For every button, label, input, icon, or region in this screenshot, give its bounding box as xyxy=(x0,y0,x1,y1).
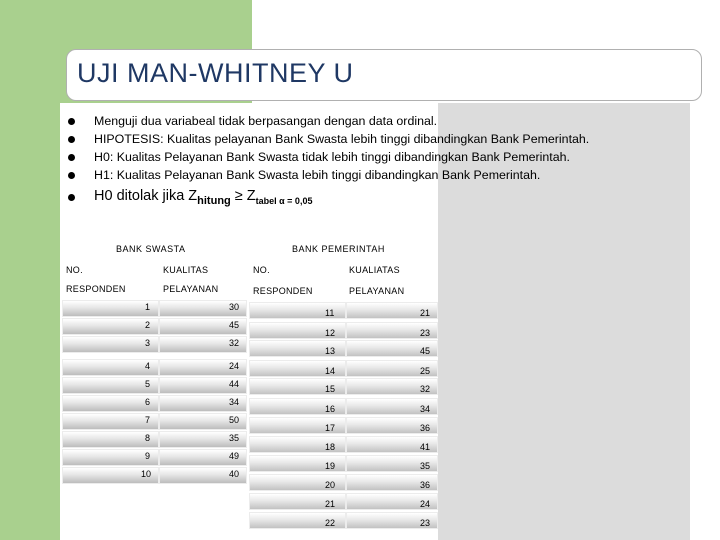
rule-operator: ≥ Z xyxy=(230,188,256,204)
caption-bank-pemerintah: BANK PEMERINTAH xyxy=(292,244,385,254)
swasta-no-cell: 5 xyxy=(62,377,159,394)
rule-prefix: H0 ditolak jika Z xyxy=(94,188,198,204)
pemerintah-no-cell: 13 xyxy=(249,340,346,357)
header-pelayanan-pemerintah: PELAYANAN xyxy=(349,286,405,296)
bullet-item: HIPOTESIS: Kualitas pelayanan Bank Swast… xyxy=(68,130,688,148)
swasta-value-cell: 24 xyxy=(159,359,247,376)
bullet-dot-icon xyxy=(68,136,75,143)
swasta-no-cell: 9 xyxy=(62,449,159,466)
header-responden-swasta: RESPONDEN xyxy=(66,284,126,294)
swasta-value-cell: 50 xyxy=(159,413,247,430)
header-kualiatas: KUALIATAS xyxy=(349,265,400,275)
swasta-no-cell: 10 xyxy=(62,467,159,484)
pemerintah-value-cell: 21 xyxy=(346,302,438,319)
swasta-value-cell: 35 xyxy=(159,431,247,448)
swasta-no-cell: 1 xyxy=(62,300,159,317)
decorative-green-strip xyxy=(0,0,60,540)
rule-subscript-tabel: tabel α = 0,05 xyxy=(255,195,313,206)
pemerintah-no-cell: 20 xyxy=(249,474,346,491)
pemerintah-value-cell: 25 xyxy=(346,360,438,377)
header-no-swasta: NO. xyxy=(66,265,83,275)
swasta-no-cell: 6 xyxy=(62,395,159,412)
swasta-value-cell: 45 xyxy=(159,318,247,335)
bullet-dot-icon xyxy=(68,194,75,201)
swasta-value-cell: 40 xyxy=(159,467,247,484)
bullet-text: H1: Kualitas Pelayanan Bank Swasta lebih… xyxy=(94,168,541,182)
rule-subscript-hitung: hitung xyxy=(197,194,231,207)
pemerintah-no-cell: 11 xyxy=(249,302,346,319)
bullet-item-rule: H0 ditolak jika Zhitung ≥ Ztabel α = 0,0… xyxy=(68,187,688,210)
pemerintah-no-cell: 21 xyxy=(249,493,346,510)
pemerintah-no-cell: 18 xyxy=(249,436,346,453)
swasta-value-cell: 30 xyxy=(159,300,247,317)
swasta-value-cell: 32 xyxy=(159,336,247,353)
swasta-no-cell: 8 xyxy=(62,431,159,448)
pemerintah-value-cell: 32 xyxy=(346,378,438,395)
pemerintah-no-cell: 12 xyxy=(249,322,346,339)
slide-title: UJI MAN-WHITNEY U xyxy=(77,58,354,88)
pemerintah-no-cell: 17 xyxy=(249,417,346,434)
pemerintah-no-cell: 14 xyxy=(249,360,346,377)
pemerintah-no-cell: 22 xyxy=(249,512,346,529)
header-no-pemerintah: NO. xyxy=(253,265,270,275)
bullet-text: HIPOTESIS: Kualitas pelayanan Bank Swast… xyxy=(94,132,590,146)
swasta-no-cell: 4 xyxy=(62,359,159,376)
header-kualitas: KUALITAS xyxy=(163,265,209,275)
pemerintah-value-cell: 36 xyxy=(346,474,438,491)
swasta-no-cell: 7 xyxy=(62,413,159,430)
caption-bank-swasta: BANK SWASTA xyxy=(116,244,186,254)
bullet-text: Menguji dua variabeal tidak berpasangan … xyxy=(94,114,438,128)
header-responden-pemerintah: RESPONDEN xyxy=(253,286,313,296)
pemerintah-value-cell: 36 xyxy=(346,417,438,434)
pemerintah-value-cell: 41 xyxy=(346,436,438,453)
bullet-item: H0: Kualitas Pelayanan Bank Swasta tidak… xyxy=(68,148,688,166)
bullet-dot-icon xyxy=(68,154,75,161)
bullet-dot-icon xyxy=(68,118,75,125)
bullet-text: H0: Kualitas Pelayanan Bank Swasta tidak… xyxy=(94,150,570,164)
pemerintah-value-cell: 24 xyxy=(346,493,438,510)
pemerintah-value-cell: 35 xyxy=(346,455,438,472)
header-pelayanan-swasta: PELAYANAN xyxy=(163,284,219,294)
swasta-no-cell: 3 xyxy=(62,336,159,353)
swasta-value-cell: 44 xyxy=(159,377,247,394)
pemerintah-no-cell: 16 xyxy=(249,398,346,415)
pemerintah-value-cell: 45 xyxy=(346,340,438,357)
pemerintah-value-cell: 34 xyxy=(346,398,438,415)
swasta-value-cell: 49 xyxy=(159,449,247,466)
bullet-item: H1: Kualitas Pelayanan Bank Swasta lebih… xyxy=(68,166,688,184)
pemerintah-no-cell: 19 xyxy=(249,455,346,472)
bullet-dot-icon xyxy=(68,172,75,179)
swasta-no-cell: 2 xyxy=(62,318,159,335)
pemerintah-value-cell: 23 xyxy=(346,322,438,339)
pemerintah-no-cell: 15 xyxy=(249,378,346,395)
pemerintah-value-cell: 23 xyxy=(346,512,438,529)
bullet-item: Menguji dua variabeal tidak berpasangan … xyxy=(68,112,688,130)
bullet-list: Menguji dua variabeal tidak berpasangan … xyxy=(68,112,688,210)
swasta-value-cell: 34 xyxy=(159,395,247,412)
